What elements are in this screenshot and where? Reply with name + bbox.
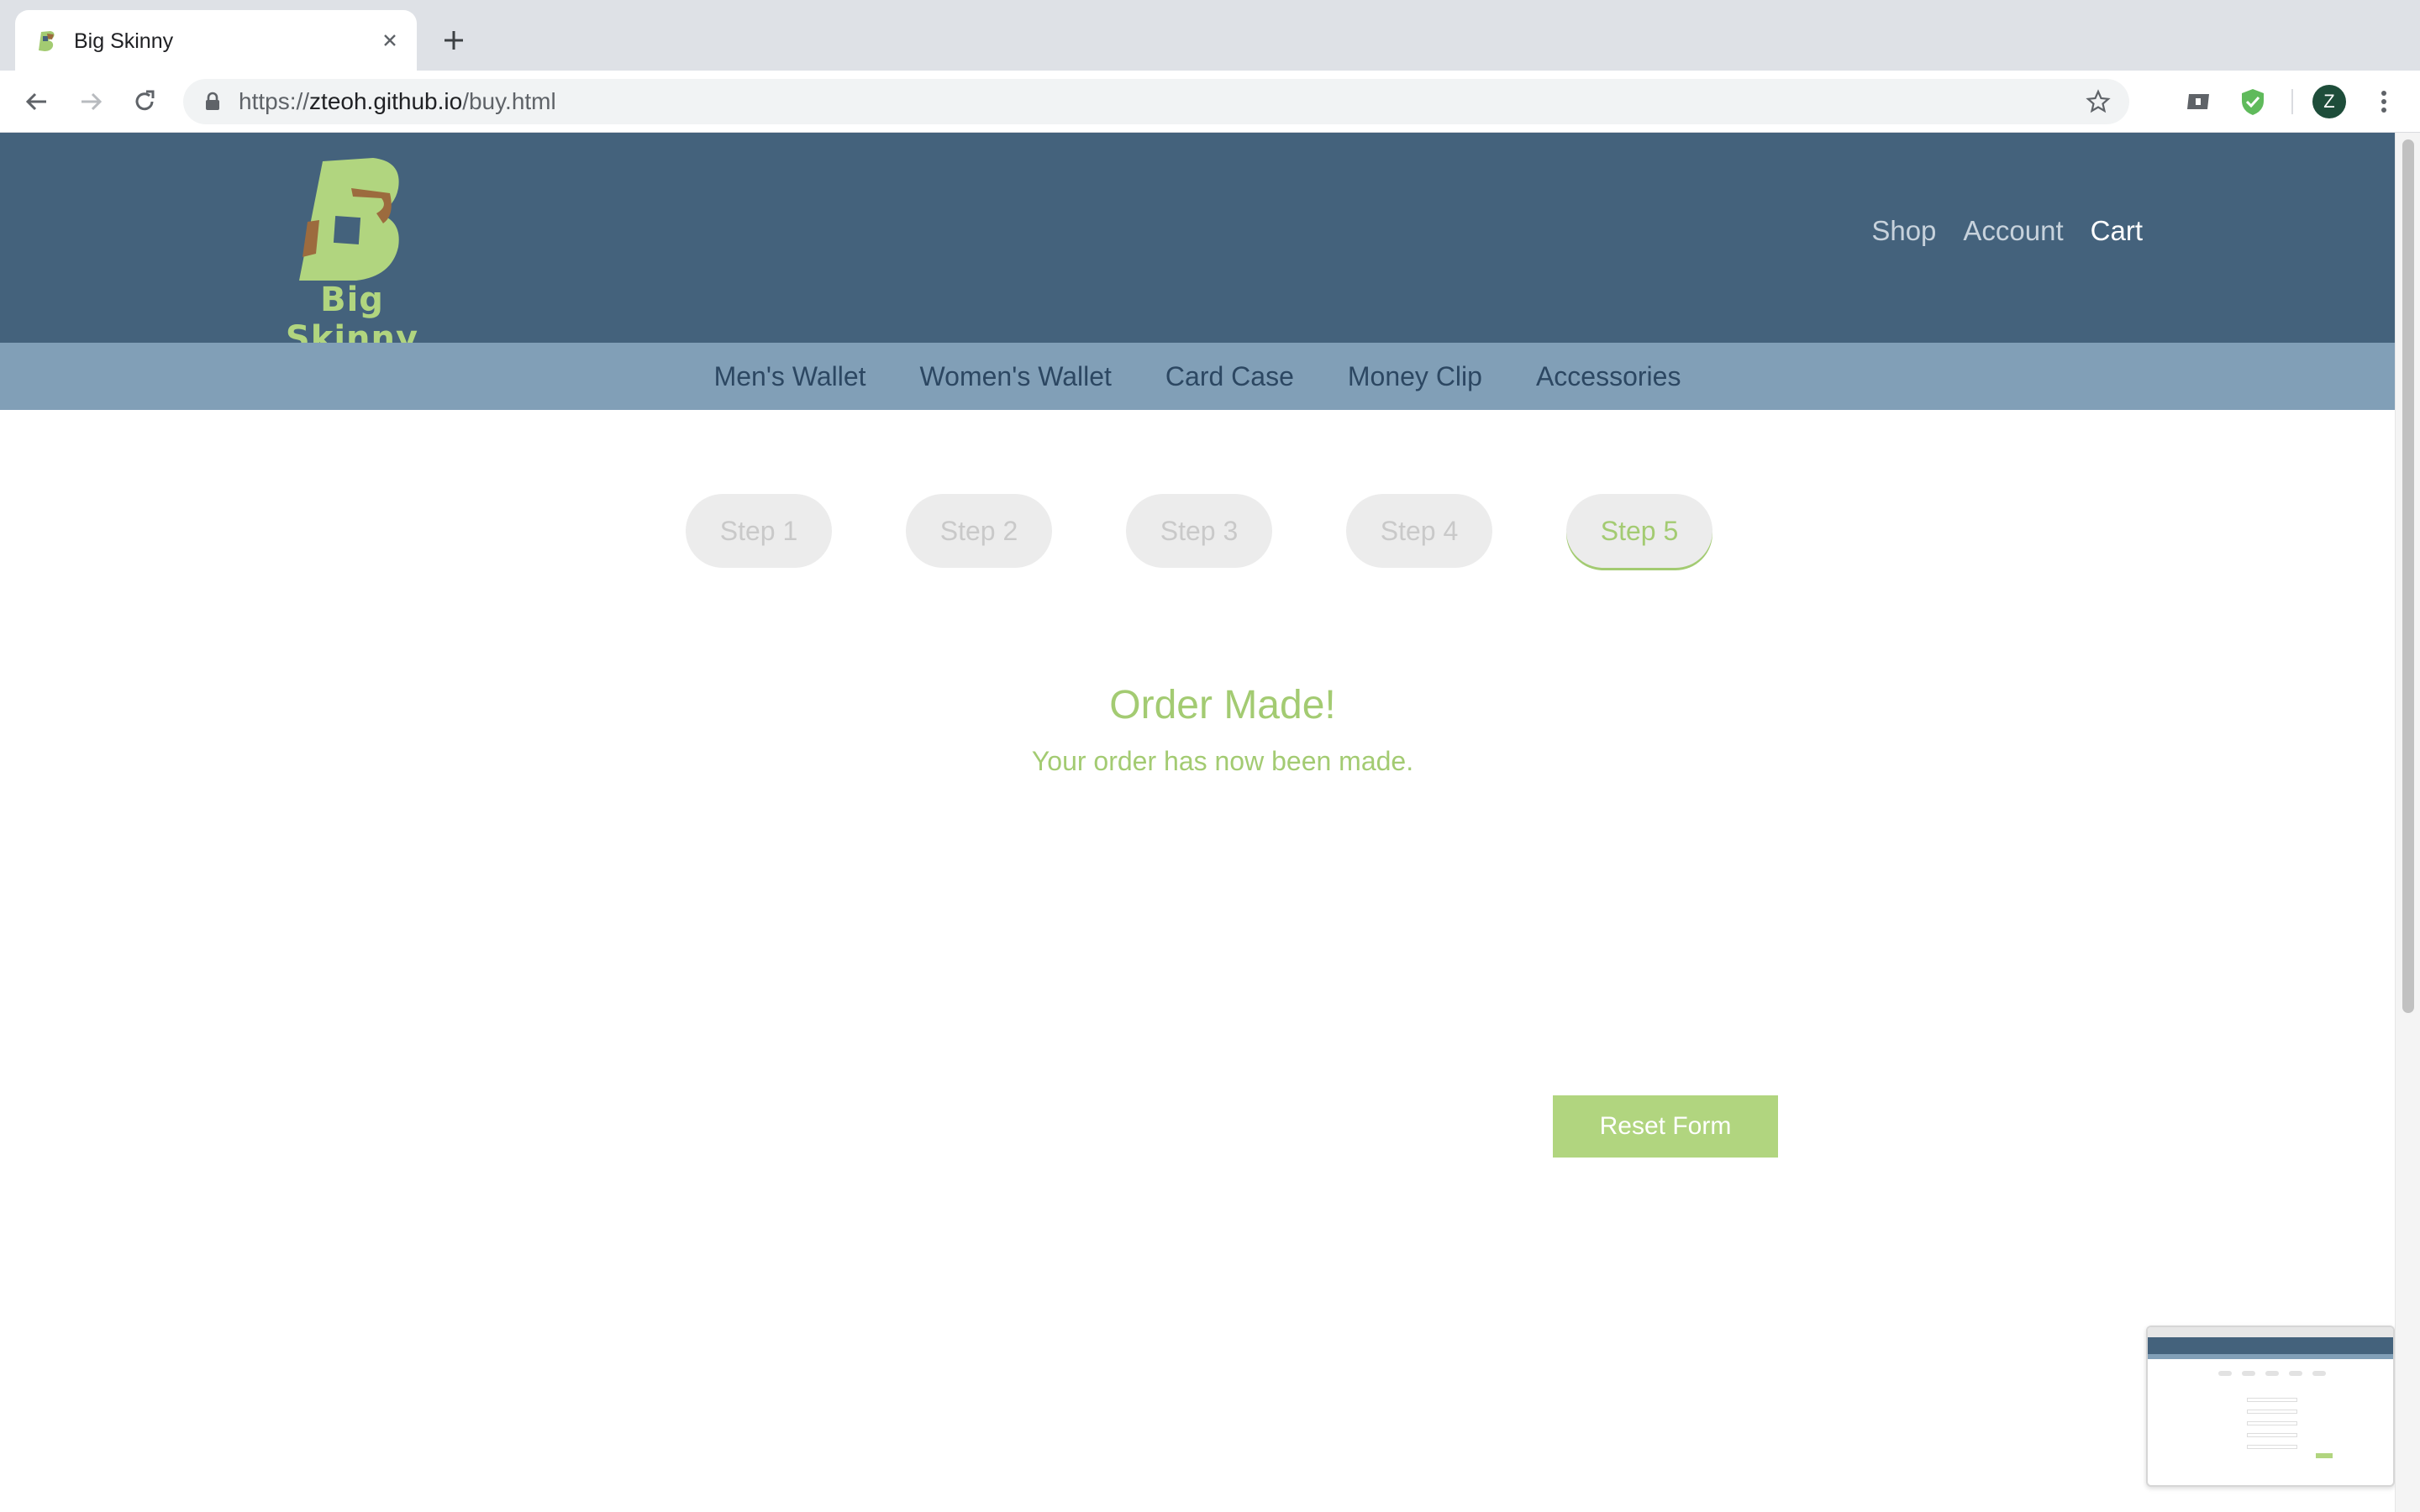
logo-mark <box>299 158 399 281</box>
reload-icon[interactable] <box>126 83 163 120</box>
back-arrow-icon[interactable] <box>18 83 55 120</box>
favicon-icon <box>39 31 55 51</box>
preview-field <box>2247 1445 2297 1449</box>
category-nav: Men's Wallet Women's Wallet Card Case Mo… <box>0 343 2395 410</box>
extension-icon[interactable] <box>2185 87 2213 116</box>
header-link-account[interactable]: Account <box>1963 215 2063 247</box>
header-link-shop[interactable]: Shop <box>1871 215 1936 247</box>
preview-step <box>2218 1371 2232 1376</box>
preview-field <box>2247 1421 2297 1425</box>
preview-nav <box>2148 1354 2393 1359</box>
browser-tab[interactable]: Big Skinny <box>15 10 417 71</box>
checkout-steps: Step 1 Step 2 Step 3 Step 4 Step 5 <box>686 494 1712 568</box>
step-3-tab[interactable]: Step 3 <box>1126 494 1272 568</box>
plus-icon[interactable] <box>437 24 471 57</box>
star-icon[interactable] <box>2086 89 2111 114</box>
preview-field <box>2247 1410 2297 1414</box>
preview-step <box>2289 1371 2302 1376</box>
preview-step <box>2242 1371 2255 1376</box>
preview-header <box>2148 1337 2393 1354</box>
header-links: Shop Account Cart <box>1871 215 2143 247</box>
page-scrollbar[interactable] <box>2395 133 2420 1512</box>
tab-strip: Big Skinny <box>0 0 2420 71</box>
category-mens-wallet[interactable]: Men's Wallet <box>714 361 866 392</box>
toolbar-divider <box>2291 89 2293 114</box>
forward-arrow-icon[interactable] <box>72 83 109 120</box>
step-1-tab[interactable]: Step 1 <box>686 494 832 568</box>
scrollbar-thumb[interactable] <box>2402 139 2414 1013</box>
reset-form-button[interactable]: Reset Form <box>1553 1095 1778 1158</box>
category-womens-wallet[interactable]: Women's Wallet <box>920 361 1112 392</box>
more-vert-icon[interactable] <box>2370 87 2398 116</box>
shield-check-icon[interactable] <box>2238 87 2267 116</box>
preview-step <box>2265 1371 2279 1376</box>
preview-field <box>2247 1433 2297 1437</box>
confirmation-message: Your order has now been made. <box>1031 746 1414 776</box>
page-viewport: Big Skinny Shop Account Cart Men's Walle… <box>0 133 2420 1512</box>
step-5-tab[interactable]: Step 5 <box>1566 494 1712 568</box>
close-icon[interactable] <box>375 25 405 55</box>
site-logo[interactable]: Big Skinny <box>264 155 440 358</box>
step-2-tab[interactable]: Step 2 <box>906 494 1052 568</box>
url-text: https://zteoh.github.io/buy.html <box>239 88 556 114</box>
step-4-tab[interactable]: Step 4 <box>1346 494 1492 568</box>
site-header: Big Skinny Shop Account Cart <box>0 133 2395 358</box>
category-accessories[interactable]: Accessories <box>1536 361 1681 392</box>
preview-step <box>2312 1371 2326 1376</box>
category-card-case[interactable]: Card Case <box>1165 361 1294 392</box>
browser-toolbar: https://zteoh.github.io/buy.html Z <box>0 71 2420 133</box>
address-bar[interactable]: https://zteoh.github.io/buy.html <box>183 79 2129 124</box>
preview-button <box>2316 1453 2333 1458</box>
screenshot-preview-thumbnail[interactable] <box>2146 1326 2395 1487</box>
lock-icon <box>206 92 219 110</box>
confirmation-title: Order Made! <box>1109 683 1336 727</box>
category-money-clip[interactable]: Money Clip <box>1348 361 1482 392</box>
preview-chrome <box>2148 1327 2393 1337</box>
header-link-cart[interactable]: Cart <box>2091 215 2143 247</box>
avatar[interactable]: Z <box>2312 85 2346 118</box>
tab-title: Big Skinny <box>74 29 174 53</box>
preview-field <box>2247 1398 2297 1402</box>
